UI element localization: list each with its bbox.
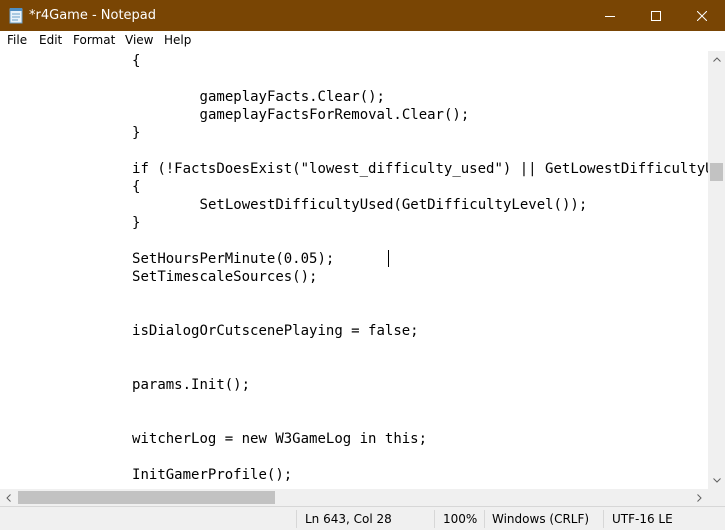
menu-bar: File Edit Format View Help <box>0 31 725 51</box>
chevron-up-icon <box>712 57 721 62</box>
code-line: params.Init(); <box>132 377 251 393</box>
code-line: isDialogOrCutscenePlaying = false; <box>132 323 419 339</box>
maximize-icon <box>651 10 661 21</box>
code-line: gameplayFacts.Clear(); <box>199 89 385 105</box>
scroll-down-button[interactable] <box>708 472 725 489</box>
code-line: } <box>132 215 141 231</box>
code-line: gameplayFactsForRemoval.Clear(); <box>199 107 470 123</box>
chevron-right-icon <box>697 493 702 502</box>
scroll-right-button[interactable] <box>691 489 708 506</box>
chevron-down-icon <box>712 478 721 483</box>
vertical-scroll-thumb[interactable] <box>710 163 723 181</box>
scroll-left-button[interactable] <box>0 489 17 506</box>
status-zoom: 100% <box>443 512 478 526</box>
text-editor[interactable]: { gameplayFacts.Clear(); gameplayFactsForR… <box>0 51 708 489</box>
code-line: { <box>132 53 141 69</box>
status-separator <box>603 510 604 528</box>
status-bar: Ln 643, Col 28 100% Windows (CRLF) UTF-1… <box>0 506 725 530</box>
menu-help[interactable]: Help <box>164 33 191 47</box>
minimize-icon <box>605 15 615 17</box>
horizontal-scrollbar[interactable] <box>0 489 708 506</box>
code-line: SetLowestDifficultyUsed(GetDifficultyLev… <box>199 197 588 213</box>
status-line-endings: Windows (CRLF) <box>492 512 590 526</box>
close-button[interactable] <box>679 0 725 31</box>
close-icon <box>697 10 707 21</box>
status-separator <box>296 510 297 528</box>
title-bar[interactable]: *r4Game - Notepad <box>0 0 725 31</box>
text-caret <box>388 250 389 267</box>
notepad-icon <box>9 8 23 24</box>
vertical-scrollbar[interactable] <box>708 51 725 489</box>
menu-file[interactable]: File <box>7 33 27 47</box>
code-line: SetHoursPerMinute(0.05); <box>132 251 335 267</box>
menu-view[interactable]: View <box>125 33 153 47</box>
status-separator <box>484 510 485 528</box>
minimize-button[interactable] <box>587 0 633 31</box>
scrollbar-corner <box>708 489 725 506</box>
scroll-up-button[interactable] <box>708 51 725 68</box>
status-separator <box>434 510 435 528</box>
code-line: { <box>132 179 141 195</box>
code-line: if (!FactsDoesExist("lowest_difficulty_u… <box>132 161 708 177</box>
menu-edit[interactable]: Edit <box>39 33 62 47</box>
code-line: } <box>132 125 141 141</box>
chevron-left-icon <box>6 493 11 502</box>
status-encoding: UTF-16 LE <box>612 512 673 526</box>
code-line: InitGamerProfile(); <box>132 467 293 483</box>
window-title: *r4Game - Notepad <box>29 8 157 23</box>
code-line: SetTimescaleSources(); <box>132 269 318 285</box>
status-cursor-position: Ln 643, Col 28 <box>305 512 392 526</box>
menu-format[interactable]: Format <box>73 33 115 47</box>
code-line: witcherLog = new W3GameLog in this; <box>132 431 428 447</box>
maximize-button[interactable] <box>633 0 679 31</box>
horizontal-scroll-thumb[interactable] <box>18 491 275 504</box>
